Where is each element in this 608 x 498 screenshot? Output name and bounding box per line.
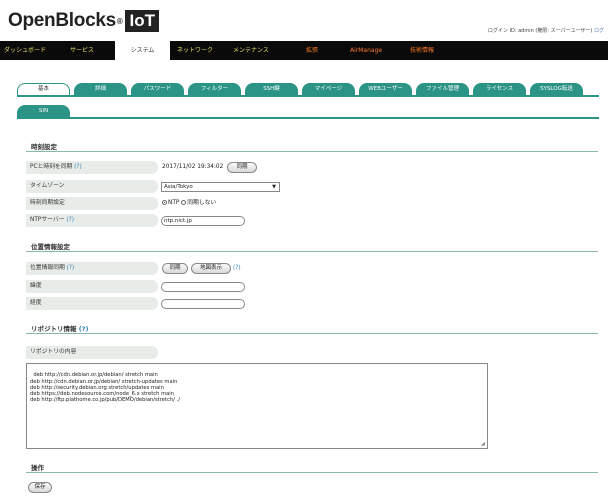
location-sync-label-text: 位置情報同期: [30, 265, 65, 271]
logo: OpenBlocks ® IoT: [8, 8, 159, 34]
timezone-select-value: Asia/Tokyo: [164, 184, 193, 190]
tab-divider-2: [17, 117, 599, 119]
repo-section-rule: [26, 333, 598, 334]
subtab-password[interactable]: パスワード: [131, 83, 184, 95]
map-display-help-link[interactable]: (?): [233, 262, 241, 275]
resize-handle-icon[interactable]: ◢: [481, 442, 486, 447]
repo-section-title: リポジトリ情報 (?): [31, 323, 88, 333]
subtab-syslog-forward[interactable]: SYSLOG転送: [530, 83, 583, 95]
location-sync-button[interactable]: 同期: [162, 263, 188, 274]
location-sync-label: 位置情報同期 (?): [26, 262, 158, 275]
logo-text: OpenBlocks: [8, 10, 116, 31]
logo-iot-badge: IoT: [125, 10, 159, 32]
sync-method-label: 時刻同期設定: [26, 197, 158, 210]
nav-item-airmanage[interactable]: AirManage: [350, 41, 382, 60]
subtab-mypage[interactable]: マイページ: [302, 83, 355, 95]
nav-item-maintenance[interactable]: メンテナンス: [233, 41, 269, 60]
location-section-rule: [26, 251, 598, 252]
operation-section-title: 操作: [31, 464, 44, 472]
operation-section-rule: [26, 472, 598, 473]
repo-content-text: deb http://cdn.debian.or.jp/debian/ stre…: [30, 372, 180, 404]
no-sync-radio[interactable]: [181, 200, 187, 205]
main-nav: ダッシュボード サービス システム ネットワーク メンテナンス 拡張 AirMa…: [0, 38, 608, 60]
ntp-server-input[interactable]: ntp.nict.jp: [161, 216, 245, 226]
subtab-ssh-keys[interactable]: SSH鍵: [245, 83, 298, 95]
sync-pc-label: PCと時刻を同期 (?): [26, 161, 158, 174]
nav-item-system[interactable]: システム: [115, 38, 170, 60]
longitude-input[interactable]: [161, 299, 245, 309]
timezone-label: タイムゾーン: [26, 180, 158, 193]
repo-content-textarea[interactable]: deb http://cdn.debian.or.jp/debian/ stre…: [26, 363, 488, 449]
subtab-web-users[interactable]: WEBユーザー: [359, 83, 412, 95]
sync-pc-label-text: PCと時刻を同期: [30, 164, 73, 170]
map-display-button[interactable]: 地図表示: [191, 263, 231, 274]
tab-divider: [17, 95, 599, 97]
latitude-input[interactable]: [161, 282, 245, 292]
time-section-title: 時刻設定: [31, 143, 57, 151]
ntp-radio[interactable]: [162, 200, 167, 205]
chevron-down-icon: ▼: [272, 184, 276, 190]
repo-help-link[interactable]: (?): [79, 325, 89, 333]
subtab-license[interactable]: ライセンス: [473, 83, 526, 95]
location-section-title: 位置情報設定: [31, 243, 70, 251]
subtab-basic[interactable]: 基本: [17, 83, 70, 95]
user-info-text: ログイン ID: admin (権限: スーパーユーザー): [487, 28, 593, 34]
user-info: ログイン ID: admin (権限: スーパーユーザー) ログ: [488, 27, 604, 34]
ntp-radio-label: NTP: [168, 200, 180, 206]
nav-item-network[interactable]: ネットワーク: [177, 41, 213, 60]
subtab-sin[interactable]: SIN: [17, 105, 70, 117]
ntp-server-help-link[interactable]: (?): [66, 217, 74, 223]
repo-section-title-text: リポジトリ情報: [31, 325, 77, 333]
no-sync-radio-label: 同期しない: [187, 200, 217, 206]
nav-item-extensions[interactable]: 拡張: [306, 41, 318, 60]
logout-link[interactable]: ログ: [594, 28, 604, 34]
nav-item-dashboard[interactable]: ダッシュボード: [4, 41, 46, 60]
latitude-label: 緯度: [26, 280, 158, 293]
location-sync-help-link[interactable]: (?): [67, 265, 75, 271]
ntp-server-label: NTPサーバー (?): [26, 214, 158, 227]
longitude-label: 経度: [26, 297, 158, 310]
save-button[interactable]: 保存: [28, 482, 52, 493]
nav-item-tech-info[interactable]: 技術情報: [410, 41, 434, 60]
subtab-file-management[interactable]: ファイル管理: [416, 83, 469, 95]
sync-pc-help-link[interactable]: (?): [74, 164, 82, 170]
subtab-details[interactable]: 詳細: [74, 83, 127, 95]
time-section-rule: [26, 151, 598, 152]
ntp-server-label-text: NTPサーバー: [30, 217, 65, 223]
subtab-filter[interactable]: フィルター: [188, 83, 241, 95]
repo-content-label: リポジトリの内容: [26, 346, 158, 359]
nav-item-services[interactable]: サービス: [70, 41, 94, 60]
current-time: 2017/11/02 19:34:02: [162, 164, 224, 170]
sync-method-options: NTP 同期しない: [162, 197, 216, 210]
timezone-select[interactable]: Asia/Tokyo ▼: [161, 182, 280, 192]
time-sync-button[interactable]: 同期: [227, 162, 257, 173]
logo-registered-mark: ®: [116, 16, 123, 26]
